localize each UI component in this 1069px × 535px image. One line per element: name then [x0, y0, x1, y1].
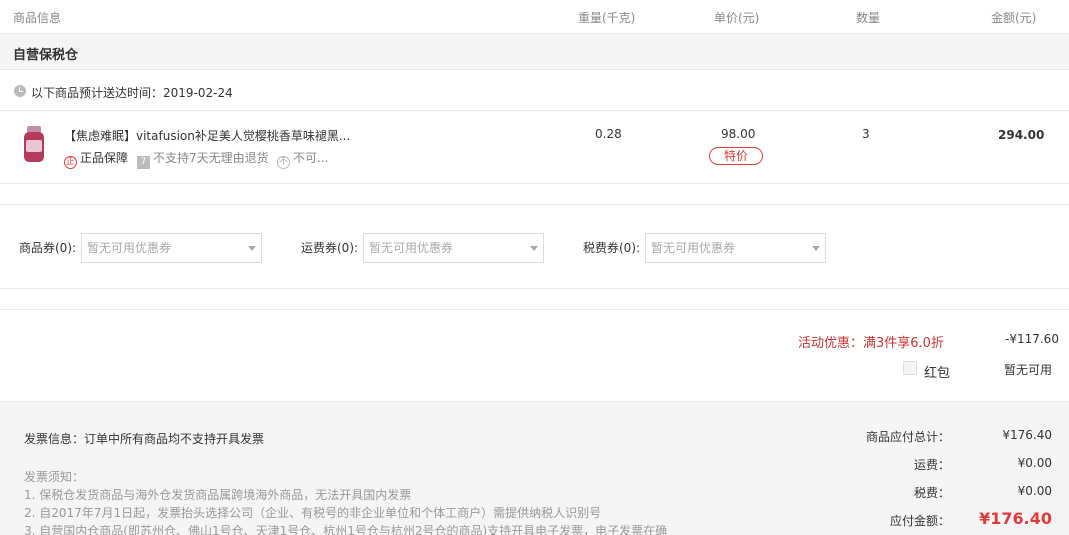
col-amount: 金额(元) — [991, 11, 1037, 25]
delivery-estimate: 以下商品预计送达时间：2019-02-24 — [31, 86, 233, 100]
tax-coupon-value: 暂无可用优惠券 — [651, 241, 736, 255]
discount-section: 活动优惠：满3件享6.0折 -¥117.60 红包 暂无可用 — [0, 309, 1069, 401]
shipping-coupon-select[interactable]: 暂无可用优惠券 — [363, 233, 544, 263]
tag-other: 不不可... — [277, 149, 328, 169]
warehouse-name: 自营保税仓 — [13, 48, 79, 63]
shipping-value: ¥0.00 — [1017, 456, 1052, 470]
tag-no-return: 7 不支持7天无理由退货 — [137, 149, 269, 169]
tax-coupon-label: 税费券(0): — [583, 241, 641, 255]
invoice-notice-2: 2. 自2017年7月1日起，发票抬头选择公司（企业、有税号的非企业单位和个体工… — [24, 506, 602, 520]
chevron-down-icon — [530, 246, 538, 251]
authentic-icon: 正 — [64, 156, 77, 169]
product-row: 【焦虑难眠】vitafusion补足美人觉樱桃香草味褪黑... 正正品保障 7不… — [0, 111, 1069, 184]
warehouse-row: 自营保税仓 — [0, 34, 1069, 70]
col-unit-price: 单价(元) — [714, 11, 760, 25]
tax-value: ¥0.00 — [1017, 484, 1052, 498]
col-weight: 重量(千克) — [578, 11, 636, 25]
product-amount: 294.00 — [998, 128, 1045, 142]
chevron-down-icon — [812, 246, 820, 251]
product-price: 98.00 — [721, 127, 756, 141]
col-product-info: 商品信息 — [13, 11, 62, 25]
tax-coupon-select[interactable]: 暂无可用优惠券 — [645, 233, 826, 263]
invoice-notice-title: 发票须知： — [24, 470, 85, 484]
clock-icon — [14, 85, 26, 97]
red-packet-label: 红包 — [924, 366, 951, 381]
tag-authentic: 正正品保障 — [64, 149, 128, 169]
order-footer: 发票信息：订单中所有商品均不支持开具发票 发票须知： 1. 保税仓发货商品与海外… — [0, 401, 1069, 535]
chevron-down-icon — [248, 246, 256, 251]
total-label: 应付金额： — [889, 514, 950, 528]
not-allowed-icon: 不 — [277, 156, 290, 169]
shipping-coupon-label: 运费券(0): — [301, 241, 359, 255]
tax-label: 税费： — [913, 486, 950, 500]
total-value: ¥176.40 — [979, 509, 1052, 528]
product-image[interactable] — [23, 126, 45, 162]
tag-no-return-label: 不支持7天无理由退货 — [153, 151, 269, 165]
shipping-label: 运费： — [913, 458, 950, 472]
goods-coupon-select[interactable]: 暂无可用优惠券 — [81, 233, 262, 263]
red-packet-value: 暂无可用 — [1004, 363, 1053, 377]
product-name-link[interactable]: 【焦虑难眠】vitafusion补足美人觉樱桃香草味褪黑... — [64, 127, 350, 144]
cart-table-header: 商品信息 重量(千克) 单价(元) 数量 金额(元) — [0, 0, 1069, 34]
activity-discount-label: 活动优惠：满3件享6.0折 — [798, 336, 944, 351]
col-quantity: 数量 — [856, 11, 881, 25]
subtotal-label: 商品应付总计： — [865, 430, 950, 444]
shipping-coupon-value: 暂无可用优惠券 — [369, 241, 454, 255]
goods-coupon-value: 暂无可用优惠券 — [87, 241, 172, 255]
red-packet-checkbox[interactable] — [903, 361, 917, 375]
coupon-row: 商品券(0): 暂无可用优惠券 运费券(0): 暂无可用优惠券 税费券(0): … — [0, 204, 1069, 289]
subtotal-value: ¥176.40 — [1002, 428, 1052, 442]
activity-discount-value: -¥117.60 — [1005, 332, 1059, 346]
special-price-badge: 特价 — [709, 147, 763, 165]
invoice-notice-3: 3. 自营国内仓商品(即苏州仓、佛山1号仓、天津1号仓、杭州1号仓与杭州2号仓的… — [24, 524, 668, 535]
delivery-row: 以下商品预计送达时间：2019-02-24 — [0, 70, 1069, 111]
tag-other-label: 不可... — [293, 151, 329, 165]
tag-authentic-label: 正品保障 — [80, 151, 129, 165]
goods-coupon-label: 商品券(0): — [19, 241, 77, 255]
invoice-info: 发票信息：订单中所有商品均不支持开具发票 — [24, 432, 265, 446]
invoice-notice-1: 1. 保税仓发货商品与海外仓发货商品属跨境海外商品，无法开具国内发票 — [24, 488, 412, 502]
product-quantity: 3 — [862, 127, 870, 141]
no-return-icon: 7 — [137, 156, 150, 169]
product-weight: 0.28 — [595, 127, 622, 141]
